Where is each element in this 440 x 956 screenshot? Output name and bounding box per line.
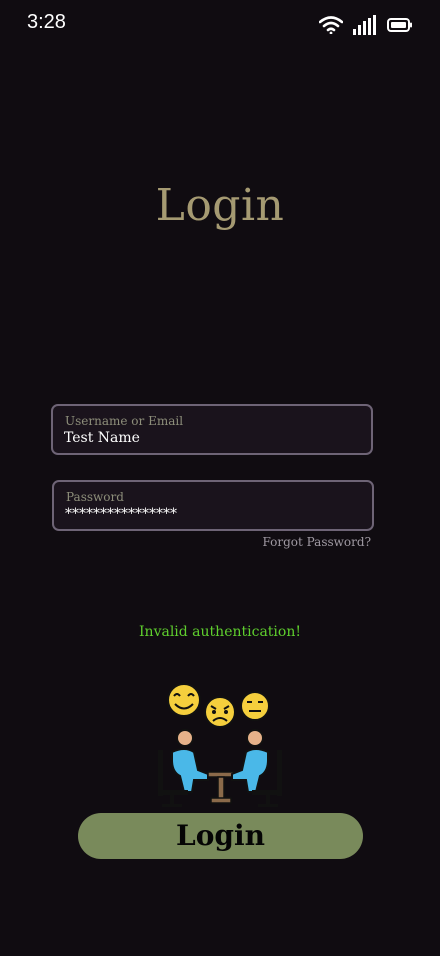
happy-face-icon (167, 683, 201, 717)
right-person-icon (231, 729, 282, 807)
username-label: Username or Email (65, 414, 184, 428)
username-input[interactable] (64, 430, 354, 446)
password-input[interactable] (65, 506, 355, 522)
wifi-icon (319, 16, 343, 34)
error-message: Invalid authentication! (139, 624, 301, 640)
forgot-password-link[interactable]: Forgot Password? (262, 535, 371, 549)
status-bar: 3:28 (0, 0, 440, 46)
status-icons (319, 15, 413, 35)
left-person-icon (158, 729, 209, 807)
sad-face-icon (204, 696, 236, 728)
page-title: Login (155, 180, 285, 231)
password-field[interactable]: Password (52, 480, 374, 531)
username-field[interactable]: Username or Email (51, 404, 373, 455)
table-icon (207, 771, 235, 804)
battery-icon (387, 18, 413, 32)
login-button[interactable]: Login (78, 813, 363, 859)
neutral-face-icon (240, 691, 270, 721)
password-label: Password (66, 490, 124, 504)
signal-icon (353, 15, 377, 35)
status-time: 3:28 (27, 11, 66, 33)
people-meeting-emotions-icon (150, 680, 290, 810)
